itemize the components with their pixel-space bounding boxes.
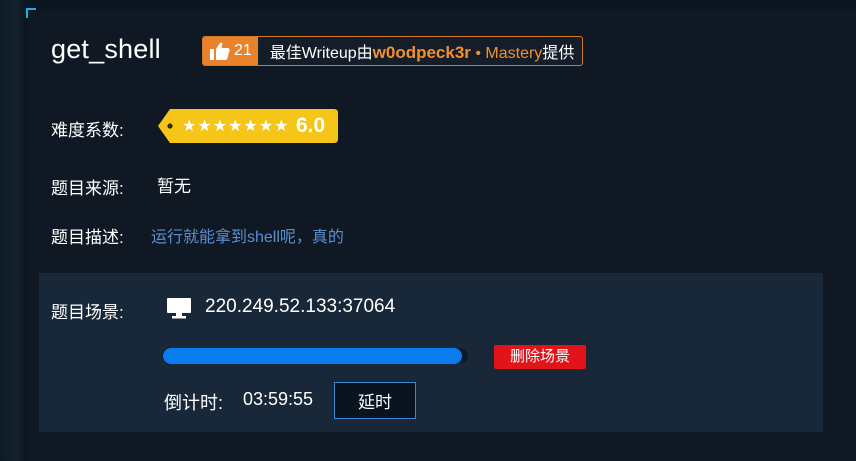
delete-scene-button[interactable]: 删除场景 bbox=[494, 345, 586, 369]
scene-progress-fill bbox=[163, 348, 462, 364]
countdown-value: 03:59:55 bbox=[243, 389, 314, 409]
description-value: 运行就能拿到shell呢，真的 bbox=[151, 229, 344, 246]
writeup-author-link[interactable]: w0odpeck3r bbox=[373, 43, 471, 62]
scene-label: 题目场景: bbox=[51, 303, 124, 322]
writeup-prefix: 最佳Writeup由 bbox=[269, 45, 373, 62]
writeup-credit-text[interactable]: 最佳Writeup由w0odpeck3r • Mastery提供 bbox=[258, 39, 583, 63]
scene-progress-bar bbox=[163, 348, 468, 364]
like-box[interactable]: 21 bbox=[203, 37, 258, 65]
writeup-suffix: 提供 bbox=[542, 45, 575, 62]
monitor-icon bbox=[167, 298, 191, 324]
difficulty-label: 难度系数: bbox=[51, 121, 124, 140]
countdown-label: 倒计时: bbox=[164, 393, 224, 413]
source-value: 暂无 bbox=[157, 177, 191, 196]
writeup-team-link[interactable]: Mastery bbox=[485, 45, 542, 62]
extend-time-button[interactable]: 延时 bbox=[334, 382, 416, 419]
difficulty-stars: ★★★★★★★ bbox=[182, 118, 290, 135]
best-writeup-badge[interactable]: 21 最佳Writeup由w0odpeck3r • Mastery提供 bbox=[202, 36, 584, 66]
thumbs-up-icon bbox=[210, 42, 230, 60]
panel-corner-accent bbox=[26, 8, 36, 18]
left-edge-shade bbox=[0, 0, 26, 461]
writeup-separator: • bbox=[470, 45, 486, 62]
scene-address: 220.249.52.133:37064 bbox=[205, 296, 396, 317]
description-label: 题目描述: bbox=[51, 228, 124, 247]
difficulty-value: 6.0 bbox=[296, 114, 326, 137]
source-label: 题目来源: bbox=[51, 179, 124, 198]
like-count: 21 bbox=[234, 42, 252, 59]
difficulty-rating-tag: ★★★★★★★ 6.0 bbox=[158, 109, 338, 143]
challenge-title: get_shell bbox=[51, 34, 161, 64]
